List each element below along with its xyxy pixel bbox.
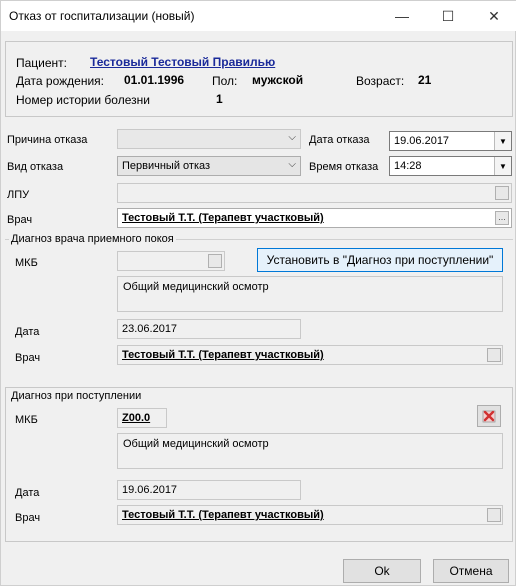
age-value: 21 — [418, 73, 432, 87]
delete-icon — [482, 410, 496, 423]
refusal-date-picker[interactable]: 19.06.2017 ▼ — [389, 131, 512, 151]
admission-date-value: 23.06.2017 — [122, 323, 178, 335]
admission-description: Общий медицинский осмотр — [117, 276, 503, 312]
admission-mkb-browse-icon[interactable] — [208, 254, 222, 268]
admission-doctor-label: Врач — [15, 352, 41, 364]
arrival-doctor-value: Тестовый Т.Т. (Терапевт участковый) — [122, 509, 324, 521]
refusal-date-value: 19.06.2017 — [394, 135, 450, 147]
close-button[interactable]: ✕ — [471, 1, 516, 31]
refusal-type-label: Вид отказа — [7, 161, 64, 173]
refusal-type-value: Первичный отказ — [122, 160, 211, 172]
chevron-down-icon: ⌵ — [288, 132, 296, 143]
sex-value: мужской — [252, 73, 304, 87]
birth-date-value: 01.01.1996 — [124, 73, 185, 87]
history-number-label: Номер истории болезни — [16, 93, 150, 107]
admission-date-field: 23.06.2017 — [117, 319, 301, 339]
refusal-type-select[interactable]: Первичный отказ ⌵ — [117, 156, 301, 176]
admission-doctor-field[interactable]: Тестовый Т.Т. (Терапевт участковый) — [117, 345, 503, 365]
refusal-time-value: 14:28 — [394, 160, 422, 172]
patient-label: Пациент: — [16, 56, 68, 70]
arrival-date-field: 19.06.2017 — [117, 480, 301, 500]
set-arrival-diagnosis-button[interactable]: Установить в "Диагноз при поступлении" — [257, 248, 503, 272]
cancel-button[interactable]: Отмена — [433, 559, 509, 583]
lpu-field[interactable] — [117, 183, 512, 203]
admission-doctor-browse-icon[interactable] — [487, 348, 501, 362]
age-label: Возраст: — [356, 74, 405, 88]
title-bar: Отказ от госпитализации (новый) — ☐ ✕ — [1, 1, 516, 31]
arrival-diag-title: Диагноз при поступлении — [9, 390, 144, 402]
refusal-time-label: Время отказа — [309, 161, 379, 173]
admission-date-label: Дата — [15, 326, 40, 338]
maximize-button[interactable]: ☐ — [425, 1, 471, 31]
chevron-down-icon: ⌵ — [288, 159, 296, 170]
arrival-mkb-label: МКБ — [15, 414, 38, 426]
birth-date-label: Дата рождения: — [16, 74, 104, 88]
refusal-date-label: Дата отказа — [309, 134, 370, 146]
patient-name-link[interactable]: Тестовый Тестовый Правилью — [90, 55, 275, 69]
dropdown-arrow-icon[interactable]: ▼ — [494, 157, 511, 175]
doctor-browse-button[interactable]: ... — [495, 211, 509, 225]
delete-diagnosis-button[interactable] — [477, 405, 501, 427]
arrival-description: Общий медицинский осмотр — [117, 433, 503, 469]
lpu-label: ЛПУ — [7, 189, 30, 201]
arrival-doctor-browse-icon[interactable] — [487, 508, 501, 522]
arrival-date-value: 19.06.2017 — [122, 484, 178, 496]
patient-info-panel: Пациент: Тестовый Тестовый Правилью Дата… — [5, 41, 513, 117]
reason-label: Причина отказа — [7, 134, 88, 146]
dropdown-arrow-icon[interactable]: ▼ — [494, 132, 511, 150]
lpu-browse-icon[interactable] — [495, 186, 509, 200]
sex-label: Пол: — [212, 74, 238, 88]
window-title: Отказ от госпитализации (новый) — [9, 9, 195, 23]
arrival-mkb-field[interactable]: Z00.0 — [117, 408, 167, 428]
reason-select[interactable]: ⌵ — [117, 129, 301, 149]
admission-mkb-label: МКБ — [15, 257, 38, 269]
doctor-label: Врач — [7, 214, 33, 226]
history-number-value: 1 — [216, 92, 223, 106]
ok-button[interactable]: Ok — [343, 559, 421, 583]
arrival-doctor-field[interactable]: Тестовый Т.Т. (Терапевт участковый) — [117, 505, 503, 525]
arrival-date-label: Дата — [15, 487, 40, 499]
admission-doctor-value: Тестовый Т.Т. (Терапевт участковый) — [122, 349, 324, 361]
admission-diag-title: Диагноз врача приемного покоя — [9, 233, 176, 245]
doctor-value: Тестовый Т.Т. (Терапевт участковый) — [122, 212, 324, 224]
refusal-time-picker[interactable]: 14:28 ▼ — [389, 156, 512, 176]
dialog-window: Отказ от госпитализации (новый) — ☐ ✕ Па… — [0, 0, 516, 586]
minimize-button[interactable]: — — [379, 1, 425, 31]
arrival-mkb-value: Z00.0 — [122, 412, 151, 424]
doctor-field[interactable]: Тестовый Т.Т. (Терапевт участковый) — [117, 208, 512, 228]
arrival-doctor-label: Врач — [15, 512, 41, 524]
